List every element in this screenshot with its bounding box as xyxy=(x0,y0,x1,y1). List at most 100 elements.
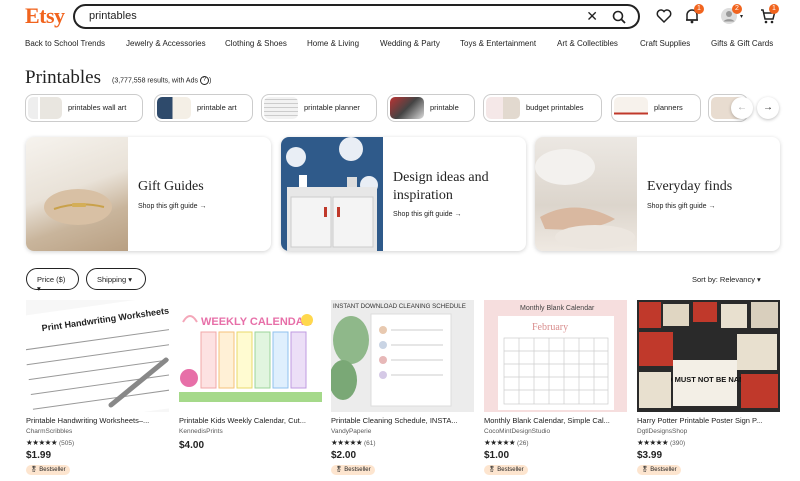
etsy-logo[interactable]: Etsy xyxy=(25,3,65,29)
bestseller-badge: 🎖 Bestseller xyxy=(331,465,375,475)
related-search-chip[interactable]: printable xyxy=(387,94,475,122)
product-image[interactable]: Print Handwriting Worksheets xyxy=(26,300,169,412)
cabinet-illustration xyxy=(286,137,378,251)
chip-label: budget printables xyxy=(526,103,584,112)
promo-link[interactable]: Shop this gift guide → xyxy=(393,211,462,218)
promo-card-gift-guides[interactable]: Gift Guides Shop this gift guide → xyxy=(26,137,271,251)
product-price: $4.00 xyxy=(179,440,205,451)
chevron-down-icon: ▾ xyxy=(740,14,744,20)
poster-illustration: WHO MUST NOT BE NAMED xyxy=(639,302,778,408)
shop-name[interactable]: CharmScribbles xyxy=(26,428,72,435)
arrow-left-icon: ← xyxy=(737,102,747,113)
category-link[interactable]: Art & Collectibles xyxy=(557,39,618,48)
chip-label: printable xyxy=(430,103,459,112)
result-count: (3,777,558 results, with Ads ?) xyxy=(112,76,212,85)
carousel-prev-button[interactable]: ← xyxy=(731,97,753,119)
account-badge: 2 xyxy=(732,4,742,14)
product-title[interactable]: Printable Handwriting Worksheets–... xyxy=(26,416,169,425)
star-rating-icon: ★★★★★ xyxy=(484,438,516,447)
promo-title: Everyday finds xyxy=(647,179,733,194)
search-bar[interactable]: printables ✕ xyxy=(73,4,640,29)
promo-card-design-ideas[interactable]: Design ideas and inspiration Shop this g… xyxy=(281,137,526,251)
related-search-chip[interactable]: printable planner xyxy=(261,94,377,122)
shop-name[interactable]: CocoMintDesignStudio xyxy=(484,428,550,435)
product-title[interactable]: Printable Kids Weekly Calendar, Cut... xyxy=(179,416,322,425)
category-link[interactable]: Back to School Trends xyxy=(25,39,105,48)
promo-link[interactable]: Shop this gift guide → xyxy=(138,203,207,210)
page-title: Printables xyxy=(25,67,101,88)
product-image[interactable]: WHO MUST NOT BE NAMED xyxy=(637,300,780,412)
category-link[interactable]: Gifts & Gift Cards xyxy=(711,39,773,48)
cart-badge: 1 xyxy=(769,4,779,14)
chip-label: printable art xyxy=(197,103,237,112)
calendar-heading: WEEKLY CALENDAR xyxy=(201,316,312,328)
related-search-chip[interactable]: printable art xyxy=(154,94,253,122)
worksheet-illustration: Print Handwriting Worksheets xyxy=(26,300,169,412)
carousel-next-button[interactable]: → xyxy=(757,97,779,119)
chip-thumbnail xyxy=(264,97,298,119)
arrow-right-icon: → xyxy=(763,102,773,113)
product-title[interactable]: Harry Potter Printable Poster Sign P... xyxy=(637,416,780,425)
svg-text:February: February xyxy=(532,322,568,333)
product-price: $1.00 xyxy=(484,450,510,461)
badge-label: Bestseller xyxy=(344,467,371,473)
product-rating: ★★★★★ (390) xyxy=(637,438,685,447)
review-count: (26) xyxy=(516,440,529,447)
chip-thumbnail xyxy=(390,97,424,119)
bestseller-badge: 🎖 Bestseller xyxy=(637,465,681,475)
header: Etsy printables ✕ 1 ▾ 2 1 xyxy=(0,0,800,34)
sort-dropdown[interactable]: Sort by: Relevancy ▾ xyxy=(692,275,761,284)
related-search-chip[interactable]: printables wall art xyxy=(25,94,143,122)
product-price: $1.99 xyxy=(26,450,52,461)
badge-label: Bestseller xyxy=(650,467,677,473)
shop-name[interactable]: VandyPaperie xyxy=(331,428,371,435)
promo-card-everyday-finds[interactable]: Everyday finds Shop this gift guide → xyxy=(535,137,780,251)
result-count-text: (3,777,558 results, with Ads xyxy=(112,77,198,85)
shop-name[interactable]: KennedisPrints xyxy=(179,428,223,435)
chip-thumbnail xyxy=(486,97,520,119)
bestseller-badge: 🎖 Bestseller xyxy=(484,465,528,475)
product-image[interactable]: Monthly Blank Calendar February xyxy=(484,300,627,412)
chip-thumbnail xyxy=(614,97,648,119)
category-link[interactable]: Craft Supplies xyxy=(640,39,690,48)
product-title[interactable]: Printable Cleaning Schedule, INSTA... xyxy=(331,416,474,425)
blank-calendar-illustration: Monthly Blank Calendar February xyxy=(498,305,614,410)
promo-image xyxy=(281,137,383,251)
category-link[interactable]: Home & Living xyxy=(307,39,359,48)
product-image[interactable]: INSTANT DOWNLOAD CLEANING SCHEDULE xyxy=(331,300,474,412)
review-count: (61) xyxy=(363,440,376,447)
star-rating-icon: ★★★★★ xyxy=(637,438,669,447)
promo-image xyxy=(26,137,128,251)
promo-link[interactable]: Shop this gift guide → xyxy=(647,203,716,210)
search-icon[interactable] xyxy=(612,10,626,24)
promo-title: Gift Guides xyxy=(138,179,204,194)
product-title[interactable]: Monthly Blank Calendar, Simple Cal... xyxy=(484,416,627,425)
help-icon[interactable]: ? xyxy=(199,76,209,85)
heart-icon[interactable] xyxy=(655,7,673,25)
category-link[interactable]: Jewelry & Accessories xyxy=(126,39,206,48)
bestseller-badge: 🎖 Bestseller xyxy=(26,465,70,475)
star-rating-icon: ★★★★★ xyxy=(26,438,58,447)
category-link[interactable]: Wedding & Party xyxy=(380,39,440,48)
product-price: $2.00 xyxy=(331,450,357,461)
shop-name[interactable]: DgtlDesignsShop xyxy=(637,428,687,435)
category-link[interactable]: Clothing & Shoes xyxy=(225,39,287,48)
product-rating: ★★★★★ (505) xyxy=(26,438,74,447)
product-image[interactable]: WEEKLY CALENDAR xyxy=(179,300,322,412)
badge-label: Bestseller xyxy=(497,467,524,473)
price-filter-button[interactable]: Price ($) ▾ xyxy=(26,268,79,293)
cleaning-heading: INSTANT DOWNLOAD CLEANING SCHEDULE xyxy=(333,303,466,310)
clear-icon[interactable]: ✕ xyxy=(586,8,598,25)
category-link[interactable]: Toys & Entertainment xyxy=(460,39,536,48)
cleaning-schedule-illustration: INSTANT DOWNLOAD CLEANING SCHEDULE xyxy=(331,300,474,407)
badge-label: Bestseller xyxy=(39,467,66,473)
related-search-chip[interactable]: planners xyxy=(611,94,701,122)
calendar-illustration: WEEKLY CALENDAR xyxy=(179,314,322,402)
chip-thumbnail xyxy=(28,97,62,119)
related-search-chip[interactable]: budget printables xyxy=(483,94,602,122)
promo-image xyxy=(535,137,637,251)
shipping-filter-button[interactable]: Shipping ▾ xyxy=(86,268,146,290)
notification-badge: 1 xyxy=(694,4,704,14)
review-count: (390) xyxy=(669,440,686,447)
search-input[interactable]: printables xyxy=(89,10,137,22)
